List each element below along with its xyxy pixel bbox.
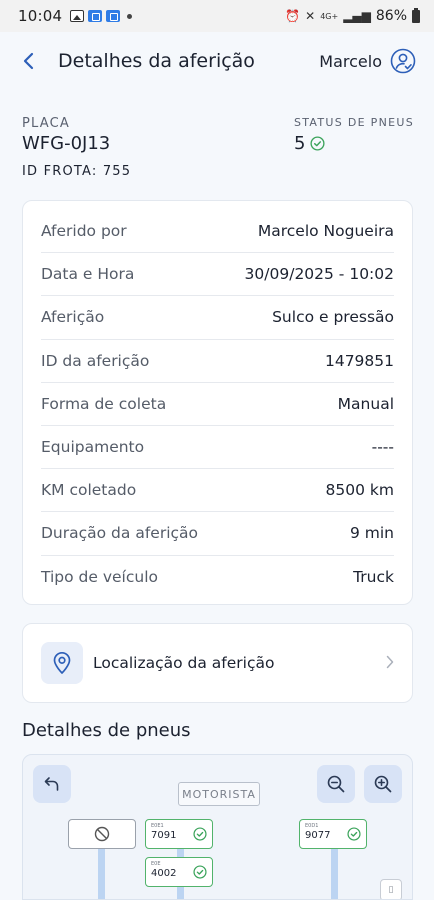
map-corner-button[interactable]: ▯ xyxy=(380,879,402,899)
detail-row-data-hora: Data e Hora 30/09/2025 - 10:02 xyxy=(41,253,394,297)
page-title: Detalhes da aferição xyxy=(58,50,255,72)
battery-icon xyxy=(412,7,420,23)
detail-row-forma-coleta: Forma de coleta Manual xyxy=(41,383,394,426)
tires-section-title: Detalhes de pneus xyxy=(22,720,191,741)
status-right: ⏰ ✕ 4G+ ▂▄▆ 86% xyxy=(285,7,420,24)
detail-label: Aferição xyxy=(41,308,105,327)
zoom-in-icon xyxy=(374,775,392,793)
detail-row-equipamento: Equipamento ---- xyxy=(41,426,394,470)
detail-row-afericao: Aferição Sulco e pressão xyxy=(41,296,394,340)
details-card: Aferido por Marcelo Nogueira Data e Hora… xyxy=(22,200,413,605)
detail-label: Tipo de veículo xyxy=(41,568,158,587)
location-label: Localização da aferição xyxy=(93,654,275,672)
detail-label: ID da aferição xyxy=(41,351,150,370)
back-button[interactable] xyxy=(18,51,38,71)
undo-button[interactable] xyxy=(33,765,71,803)
notification-icons xyxy=(70,10,133,22)
tire-status-count: 5 xyxy=(293,133,306,154)
location-icon-box xyxy=(41,642,83,684)
detail-value: 30/09/2025 - 10:02 xyxy=(244,265,394,284)
undo-icon xyxy=(44,777,59,791)
detail-value: Truck xyxy=(353,568,394,587)
user-name: Marcelo xyxy=(319,51,382,71)
app-notification-icon xyxy=(88,10,103,22)
detail-value: 9 min xyxy=(349,524,394,543)
detail-label: Equipamento xyxy=(41,438,145,457)
tire-status-label: STATUS DE PNEUS xyxy=(293,116,414,129)
detail-row-km-coletado: KM coletado 8500 km xyxy=(41,469,394,513)
check-circle-icon xyxy=(193,827,207,841)
gallery-icon xyxy=(70,10,85,22)
detail-label: Aferido por xyxy=(41,222,127,241)
zoom-out-button[interactable] xyxy=(317,765,355,803)
fleet-id: ID FROTA: 755 xyxy=(22,164,132,179)
alarm-icon: ⏰ xyxy=(285,9,301,23)
location-button[interactable]: Localização da aferição xyxy=(22,623,413,703)
user-check-icon xyxy=(390,48,416,74)
check-circle-icon xyxy=(310,136,325,151)
signal-bars-icon: ▂▄▆ xyxy=(343,9,371,23)
tire-map[interactable]: MOTORISTA E0E1 7091 E0D1 9077 E0E 4002 ▯ xyxy=(22,754,413,900)
tire-card[interactable]: E0E 4002 xyxy=(145,857,213,887)
detail-value: 8500 km xyxy=(325,481,394,500)
detail-value: 1479851 xyxy=(324,351,394,370)
chevron-left-icon xyxy=(23,52,34,70)
zoom-in-button[interactable] xyxy=(364,765,402,803)
detail-value: Marcelo Nogueira xyxy=(257,222,394,241)
more-notifications-icon xyxy=(127,13,133,19)
driver-label: MOTORISTA xyxy=(178,782,260,806)
blocked-tire-slot[interactable] xyxy=(68,819,136,849)
detail-value: Sulco e pressão xyxy=(272,308,394,327)
status-time: 10:04 xyxy=(18,7,63,25)
detail-label: Data e Hora xyxy=(41,265,135,284)
axle-line xyxy=(98,845,105,899)
detail-label: Duração da aferição xyxy=(41,524,198,543)
detail-label: Forma de coleta xyxy=(41,394,167,413)
app-header: Detalhes da aferição Marcelo xyxy=(0,32,434,90)
mute-icon: ✕ xyxy=(305,9,316,23)
app-notification-icon-2 xyxy=(106,10,121,22)
tire-status: STATUS DE PNEUS 5 xyxy=(294,116,414,154)
map-corner-icon: ▯ xyxy=(388,885,394,895)
detail-label: KM coletado xyxy=(41,481,137,500)
blocked-icon xyxy=(94,826,110,842)
battery-text: 86% xyxy=(375,8,407,24)
zoom-out-icon xyxy=(327,775,345,793)
user-menu[interactable]: Marcelo xyxy=(319,48,416,74)
check-circle-icon xyxy=(193,865,207,879)
vehicle-info: PLACA WFG-0J13 ID FROTA: 755 STATUS DE P… xyxy=(22,116,414,179)
detail-row-id-afericao: ID da aferição 1479851 xyxy=(41,340,394,383)
detail-row-aferido-por: Aferido por Marcelo Nogueira xyxy=(41,210,394,254)
tire-status-value: 5 xyxy=(294,133,414,154)
detail-value: Manual xyxy=(337,394,394,413)
detail-row-duracao: Duração da aferição 9 min xyxy=(41,512,394,556)
detail-value: ---- xyxy=(371,438,394,457)
status-bar: 10:04 ⏰ ✕ 4G+ ▂▄▆ 86% xyxy=(0,0,434,32)
tire-card[interactable]: E0E1 7091 xyxy=(145,819,213,849)
signal-icon: 4G+ xyxy=(320,11,339,21)
check-circle-icon xyxy=(347,827,361,841)
tire-card[interactable]: E0D1 9077 xyxy=(299,819,367,849)
map-pin-icon xyxy=(53,652,71,674)
detail-row-tipo-veiculo: Tipo de veículo Truck xyxy=(41,556,394,599)
chevron-right-icon xyxy=(386,653,394,674)
